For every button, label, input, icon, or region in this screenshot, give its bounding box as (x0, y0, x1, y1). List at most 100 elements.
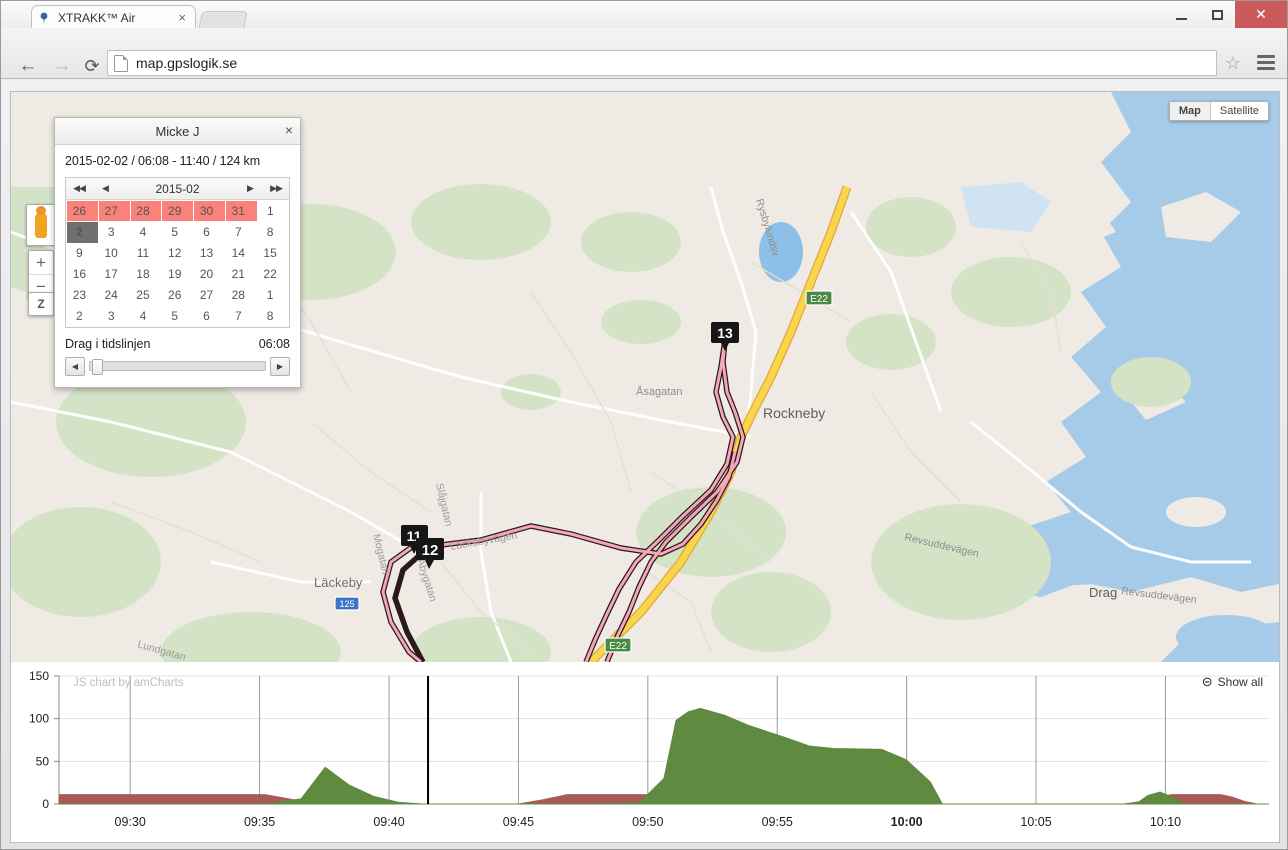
zoom-in-button[interactable]: + (29, 251, 53, 275)
svg-text:Drag: Drag (1089, 585, 1117, 600)
maximize-button[interactable] (1199, 1, 1235, 28)
tab-title: XTRAKK™ Air (58, 10, 136, 25)
calendar-nav: ◀◀ ◀ 2015-02 ▶ ▶▶ (66, 178, 289, 200)
calendar-day[interactable]: 22 (257, 264, 289, 285)
map-type-map[interactable]: Map (1169, 102, 1211, 120)
trip-summary: 2015-02-02 / 06:08 - 11:40 / 124 km (65, 154, 261, 168)
show-all-button[interactable]: ⊝ Show all (1202, 674, 1263, 690)
menu-icon[interactable] (1257, 55, 1275, 73)
svg-text:E22: E22 (810, 294, 828, 305)
calendar-day[interactable]: 26 (66, 200, 99, 222)
vehicle-info-panel: Micke J × 2015-02-02 / 06:08 - 11:40 / 1… (54, 117, 301, 388)
calendar-day[interactable]: 5 (162, 306, 194, 327)
back-button[interactable]: ← (13, 51, 43, 81)
calendar-day[interactable]: 4 (130, 222, 162, 243)
bookmark-star-icon[interactable]: ☆ (1225, 53, 1241, 74)
browser-tab[interactable]: XTRAKK™ Air × (31, 5, 196, 29)
calendar-day[interactable]: 24 (98, 285, 130, 306)
timeline-row: Drag i tidslinjen 06:08 (65, 337, 290, 351)
speed-chart[interactable]: 0 50 100 150 09:30 09:35 09:40 09:45 09:50 09:55 1… (11, 662, 1279, 842)
calendar-day[interactable]: 1 (257, 201, 289, 222)
z-button[interactable]: Z (28, 292, 54, 316)
calendar-day[interactable]: 7 (225, 306, 257, 327)
tab-close-icon[interactable]: × (175, 10, 189, 25)
calendar-day[interactable]: 31 (224, 200, 258, 222)
calendar-last-button[interactable]: ▶▶ (263, 183, 289, 194)
calendar-day[interactable]: 29 (161, 200, 195, 222)
window-controls: ✕ (1163, 1, 1287, 28)
calendar-day[interactable]: 4 (130, 306, 162, 327)
pegman-figure (35, 206, 47, 238)
map-type-satellite[interactable]: Satellite (1211, 102, 1268, 120)
calendar: ◀◀ ◀ 2015-02 ▶ ▶▶ 26 27 28 29 30 31 1 2 3 4 5 6 7 8 9 1… (65, 177, 290, 328)
calendar-day[interactable]: 28 (225, 285, 257, 306)
calendar-day[interactable]: 16 (67, 264, 99, 285)
calendar-day[interactable]: 11 (130, 243, 162, 264)
svg-text:13: 13 (717, 325, 733, 341)
calendar-day[interactable]: 27 (194, 285, 226, 306)
svg-text:10:10: 10:10 (1150, 815, 1181, 829)
calendar-day[interactable]: 2 (66, 221, 99, 243)
calendar-day[interactable]: 27 (97, 200, 131, 222)
show-all-label: Show all (1217, 675, 1263, 689)
panel-title: Micke J (155, 123, 200, 139)
zoom-out-magnifier-icon: ⊝ (1201, 674, 1213, 689)
close-button[interactable]: ✕ (1235, 1, 1287, 28)
calendar-day[interactable]: 8 (257, 306, 289, 327)
calendar-day[interactable]: 13 (194, 243, 226, 264)
calendar-day[interactable]: 20 (194, 264, 226, 285)
timeline-value: 06:08 (258, 336, 290, 351)
svg-text:09:30: 09:30 (115, 815, 146, 829)
calendar-week: 2345678 (66, 221, 290, 243)
calendar-day[interactable]: 6 (194, 222, 226, 243)
calendar-day[interactable]: 25 (130, 285, 162, 306)
calendar-day[interactable]: 17 (98, 264, 130, 285)
calendar-day[interactable]: 19 (162, 264, 194, 285)
calendar-day[interactable]: 15 (257, 243, 289, 264)
calendar-day[interactable]: 2 (67, 306, 99, 327)
svg-text:10:05: 10:05 (1020, 815, 1051, 829)
calendar-day[interactable]: 26 (162, 285, 194, 306)
calendar-day[interactable]: 9 (67, 243, 99, 264)
calendar-week: 16 17 18 19 20 21 22 (67, 264, 290, 285)
calendar-week: 23 24 25 26 27 28 1 (67, 285, 290, 306)
map-canvas[interactable]: E22 E22 125 Rockneby Åsagatan Läckeby Dr… (11, 92, 1279, 662)
svg-text:150: 150 (29, 669, 49, 683)
calendar-week: 9 10 11 12 13 14 15 (67, 243, 290, 264)
slider-right-button[interactable]: ▶ (270, 356, 290, 376)
slider-left-button[interactable]: ◀ (65, 356, 85, 376)
calendar-first-button[interactable]: ◀◀ (66, 183, 92, 194)
calendar-next-button[interactable]: ▶ (237, 183, 263, 194)
calendar-day[interactable]: 23 (67, 285, 99, 306)
reload-button[interactable]: ⟳ (77, 51, 107, 81)
panel-close-icon[interactable]: × (285, 122, 293, 138)
calendar-day[interactable]: 28 (129, 200, 163, 222)
calendar-day[interactable]: 12 (162, 243, 194, 264)
title-bar: XTRAKK™ Air × ✕ (1, 1, 1287, 30)
calendar-day[interactable]: 3 (98, 306, 130, 327)
address-bar[interactable]: map.gpslogik.se (107, 50, 1217, 76)
calendar-day[interactable]: 14 (225, 243, 257, 264)
calendar-day[interactable]: 5 (162, 222, 194, 243)
calendar-prev-button[interactable]: ◀ (92, 183, 118, 194)
svg-text:09:55: 09:55 (762, 815, 793, 829)
pin-icon (38, 11, 52, 25)
timeline-slider[interactable]: ◀ ▶ (65, 356, 290, 376)
slider-track[interactable] (89, 359, 266, 375)
calendar-day[interactable]: 3 (98, 222, 130, 243)
calendar-week: 2345678 (67, 306, 290, 327)
minimize-button[interactable] (1163, 1, 1199, 28)
calendar-day[interactable]: 18 (130, 264, 162, 285)
calendar-day[interactable]: 8 (257, 222, 289, 243)
calendar-day[interactable]: 10 (98, 243, 130, 264)
slider-thumb[interactable] (92, 359, 103, 375)
calendar-day[interactable]: 1 (257, 285, 289, 306)
svg-text:100: 100 (29, 712, 49, 726)
forward-button[interactable]: → (47, 51, 77, 81)
browser-window: XTRAKK™ Air × ✕ ← → ⟳ map.gpslogik.se ☆ (0, 0, 1288, 850)
calendar-day[interactable]: 7 (225, 222, 257, 243)
calendar-day[interactable]: 6 (194, 306, 226, 327)
calendar-day[interactable]: 30 (193, 200, 226, 222)
street-view-pegman-icon[interactable] (26, 204, 56, 246)
calendar-day[interactable]: 21 (225, 264, 257, 285)
